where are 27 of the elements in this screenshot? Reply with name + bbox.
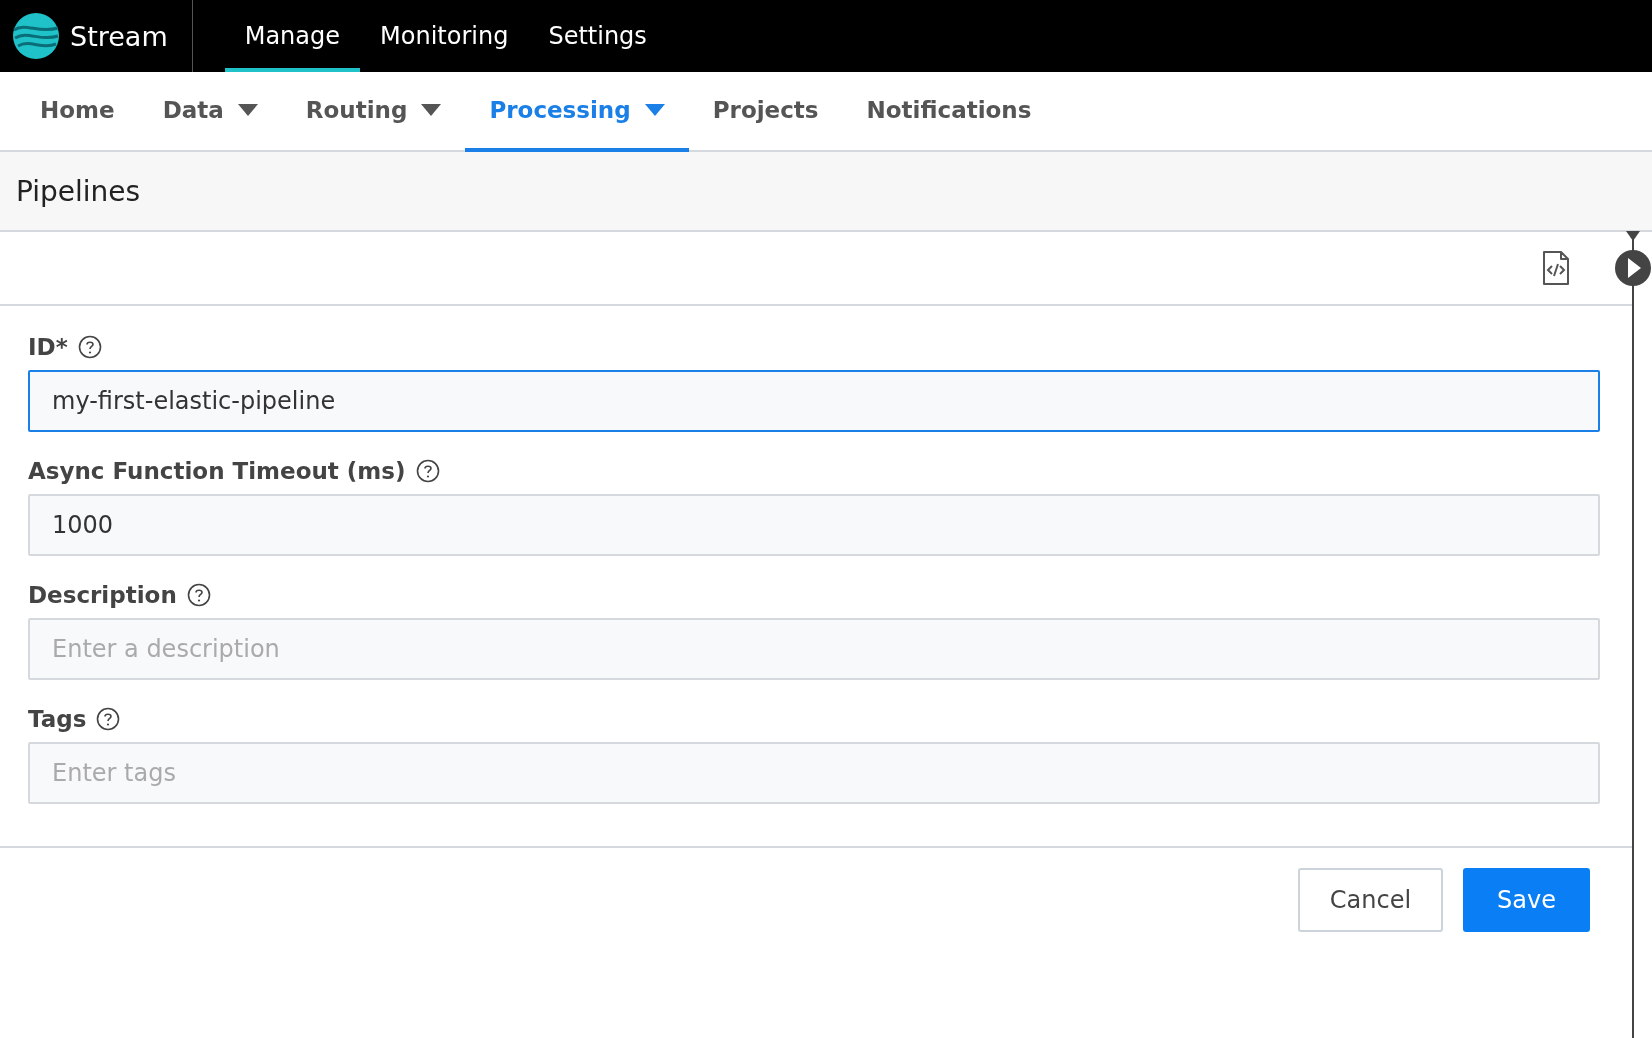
sub-nav-tab[interactable]: Notifications [842, 72, 1056, 152]
wave-logo-icon [12, 12, 60, 60]
sub-nav-tab[interactable]: Data [138, 72, 282, 152]
sub-nav-tab[interactable]: Projects [688, 72, 843, 152]
brand-name: Stream [70, 20, 168, 52]
text-field[interactable]: 1000 [28, 494, 1600, 556]
field-label: Async Function Timeout (ms) [28, 458, 406, 484]
sub-nav-tab[interactable]: Home [16, 72, 139, 152]
timeline-play-drawing[interactable] [1613, 231, 1652, 1038]
sub-nav-tab[interactable]: Routing [281, 72, 466, 152]
page-title: Pipelines [16, 174, 141, 208]
field-label: Tags [28, 706, 87, 732]
top-nav-tab[interactable]: Settings [528, 0, 667, 72]
cancel-button[interactable]: Cancel [1297, 868, 1444, 932]
field-label: Description [28, 582, 177, 608]
text-field[interactable]: my-first-elastic-pipeline [28, 370, 1600, 432]
save-button[interactable]: Save [1463, 868, 1590, 932]
help-icon[interactable] [96, 707, 121, 731]
text-field[interactable]: Enter a description [28, 618, 1600, 680]
top-nav-tab[interactable]: Monitoring [360, 0, 529, 72]
help-icon[interactable] [415, 459, 440, 483]
top-nav-tab[interactable]: Manage [224, 0, 361, 72]
text-field[interactable]: Enter tags [28, 742, 1600, 804]
code-file-icon[interactable] [1542, 250, 1570, 286]
help-icon[interactable] [77, 335, 102, 359]
help-icon[interactable] [186, 583, 211, 607]
field-label: ID* [28, 334, 68, 360]
